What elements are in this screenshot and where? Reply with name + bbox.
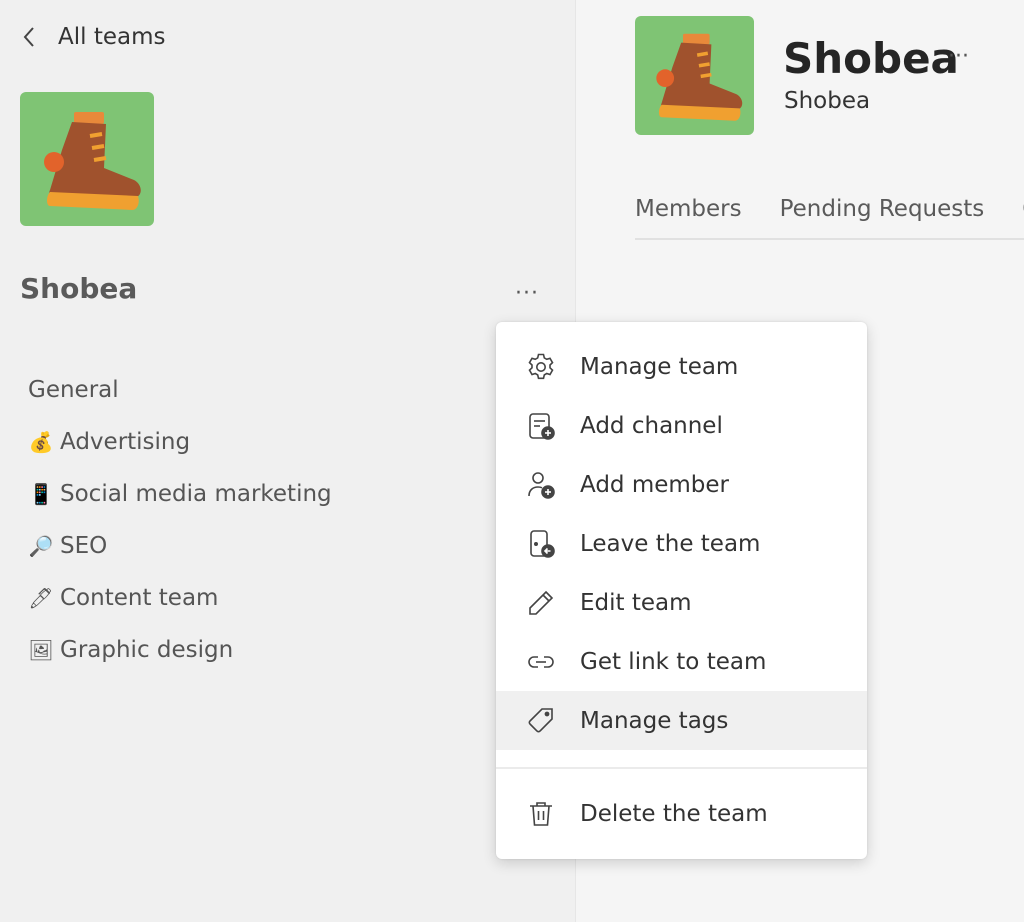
boot-icon — [656, 33, 743, 121]
channel-list: General 💰 Advertising 📱 Social media mar… — [28, 364, 332, 676]
boot-icon — [44, 112, 141, 210]
menu-item-label: Add member — [580, 471, 730, 498]
channel-item[interactable]: 🔎 SEO — [28, 520, 332, 572]
menu-item-edit-team[interactable]: Edit team — [496, 573, 867, 632]
channel-label: General — [28, 377, 119, 403]
menu-item-leave-team[interactable]: Leave the team — [496, 514, 867, 573]
magnifier-icon: 🔎 — [28, 534, 54, 558]
menu-item-add-channel[interactable]: Add channel — [496, 396, 867, 455]
channel-label: Social media marketing — [60, 481, 332, 507]
back-to-all-teams[interactable]: All teams — [22, 24, 165, 50]
menu-item-label: Add channel — [580, 412, 723, 439]
channel-item[interactable]: 💰 Advertising — [28, 416, 332, 468]
channel-label: Content team — [60, 585, 219, 611]
menu-item-manage-team[interactable]: Manage team — [496, 337, 867, 396]
channel-item[interactable]: 📱 Social media marketing — [28, 468, 332, 520]
team-avatar — [20, 92, 154, 226]
main-team-avatar — [635, 16, 754, 135]
channel-item[interactable]: 🖊 Content team — [28, 572, 332, 624]
pencil-icon — [524, 586, 558, 620]
menu-item-label: Edit team — [580, 589, 692, 616]
gear-icon — [524, 350, 558, 384]
team-sidebar: All teams Shobea ··· General 💰 Advertisi… — [0, 0, 575, 922]
tab-members[interactable]: Members — [635, 196, 742, 222]
menu-item-delete-team[interactable]: Delete the team — [496, 784, 867, 843]
channel-label: Graphic design — [60, 637, 234, 663]
page-subtitle: Shobea — [784, 88, 871, 114]
tab-pending-requests[interactable]: Pending Requests — [780, 196, 985, 222]
team-context-menu: Manage team Add channel Add member Leave… — [496, 322, 867, 859]
add-member-icon — [524, 468, 558, 502]
tab-bar: Members Pending Requests C — [635, 196, 1024, 222]
tab-divider — [635, 238, 1024, 240]
menu-item-label: Get link to team — [580, 648, 767, 675]
menu-item-add-member[interactable]: Add member — [496, 455, 867, 514]
add-channel-icon — [524, 409, 558, 443]
header-more-options-icon[interactable]: ··· — [948, 44, 969, 69]
menu-item-manage-tags[interactable]: Manage tags — [496, 691, 867, 750]
mobile-phone-icon: 📱 — [28, 482, 54, 506]
channel-item[interactable]: General — [28, 364, 332, 416]
back-label: All teams — [58, 24, 166, 50]
menu-item-label: Leave the team — [580, 530, 761, 557]
team-more-options-icon[interactable]: ··· — [510, 278, 544, 308]
money-bag-icon: 💰 — [28, 430, 54, 454]
trash-icon — [524, 797, 558, 831]
framed-picture-icon: 🖼 — [28, 638, 54, 662]
menu-item-get-link[interactable]: Get link to team — [496, 632, 867, 691]
menu-item-label: Manage tags — [580, 707, 729, 734]
tag-icon — [524, 704, 558, 738]
leave-icon — [524, 527, 558, 561]
chevron-left-icon — [23, 27, 34, 47]
channel-label: Advertising — [60, 429, 191, 455]
menu-item-label: Manage team — [580, 353, 739, 380]
team-name: Shobea — [20, 272, 138, 305]
channel-item[interactable]: 🖼 Graphic design — [28, 624, 332, 676]
pen-icon: 🖊 — [28, 586, 54, 610]
menu-separator — [496, 767, 867, 769]
channel-label: SEO — [60, 533, 108, 559]
link-icon — [524, 645, 558, 679]
page-title: Shobea — [783, 34, 959, 83]
menu-item-label: Delete the team — [580, 800, 768, 827]
